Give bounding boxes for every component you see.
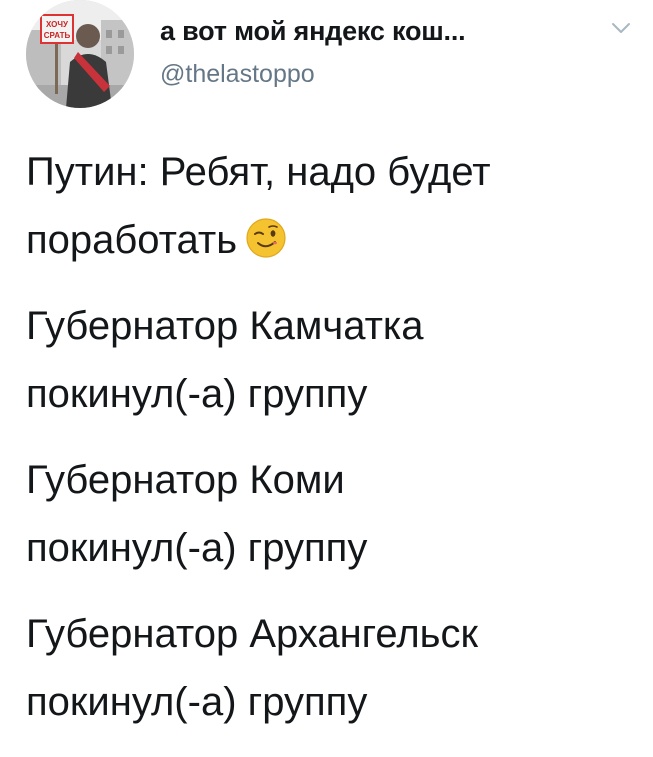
tweet-line: Губернатор Коми (26, 458, 345, 502)
tweet-paragraph-arkhangelsk: Губернатор Архангельск покинул(-а) групп… (26, 600, 626, 736)
tweet-line: Губернатор Камчатка (26, 304, 424, 348)
tweet-paragraph-kamchatka: Губернатор Камчатка покинул(-а) группу (26, 292, 626, 428)
tweet-line: покинул(-а) группу (26, 680, 368, 724)
tweet-line: покинул(-а) группу (26, 526, 368, 570)
tweet: ХОЧУ СРАТЬ а вот мой яндекс кош... @thel… (0, 0, 653, 757)
tweet-line: поработать (26, 218, 238, 262)
avatar-photo: ХОЧУ СРАТЬ (26, 0, 134, 108)
tweet-paragraph-putin: Путин: Ребят, надо будет поработать (26, 138, 626, 274)
tweet-header: ХОЧУ СРАТЬ а вот мой яндекс кош... @thel… (26, 0, 636, 108)
avatar-sign-text-1: ХОЧУ (46, 20, 69, 29)
winking-face-icon (246, 218, 286, 258)
tweet-text: Путин: Ребят, надо будет поработать Губе… (26, 138, 626, 754)
tweet-line-with-emoji: поработать (26, 206, 626, 274)
tweet-paragraph-komi: Губернатор Коми покинул(-а) группу (26, 446, 626, 582)
avatar[interactable]: ХОЧУ СРАТЬ (26, 0, 134, 108)
display-name[interactable]: а вот мой яндекс кош... (160, 16, 466, 47)
avatar-sign-text-2: СРАТЬ (44, 31, 71, 40)
tweet-line: Губернатор Архангельск (26, 612, 478, 656)
tweet-line: Путин: Ребят, надо будет (26, 150, 491, 194)
chevron-down-icon[interactable] (610, 20, 632, 36)
user-handle[interactable]: @thelastoppo (160, 60, 315, 89)
tweet-line: покинул(-а) группу (26, 372, 368, 416)
